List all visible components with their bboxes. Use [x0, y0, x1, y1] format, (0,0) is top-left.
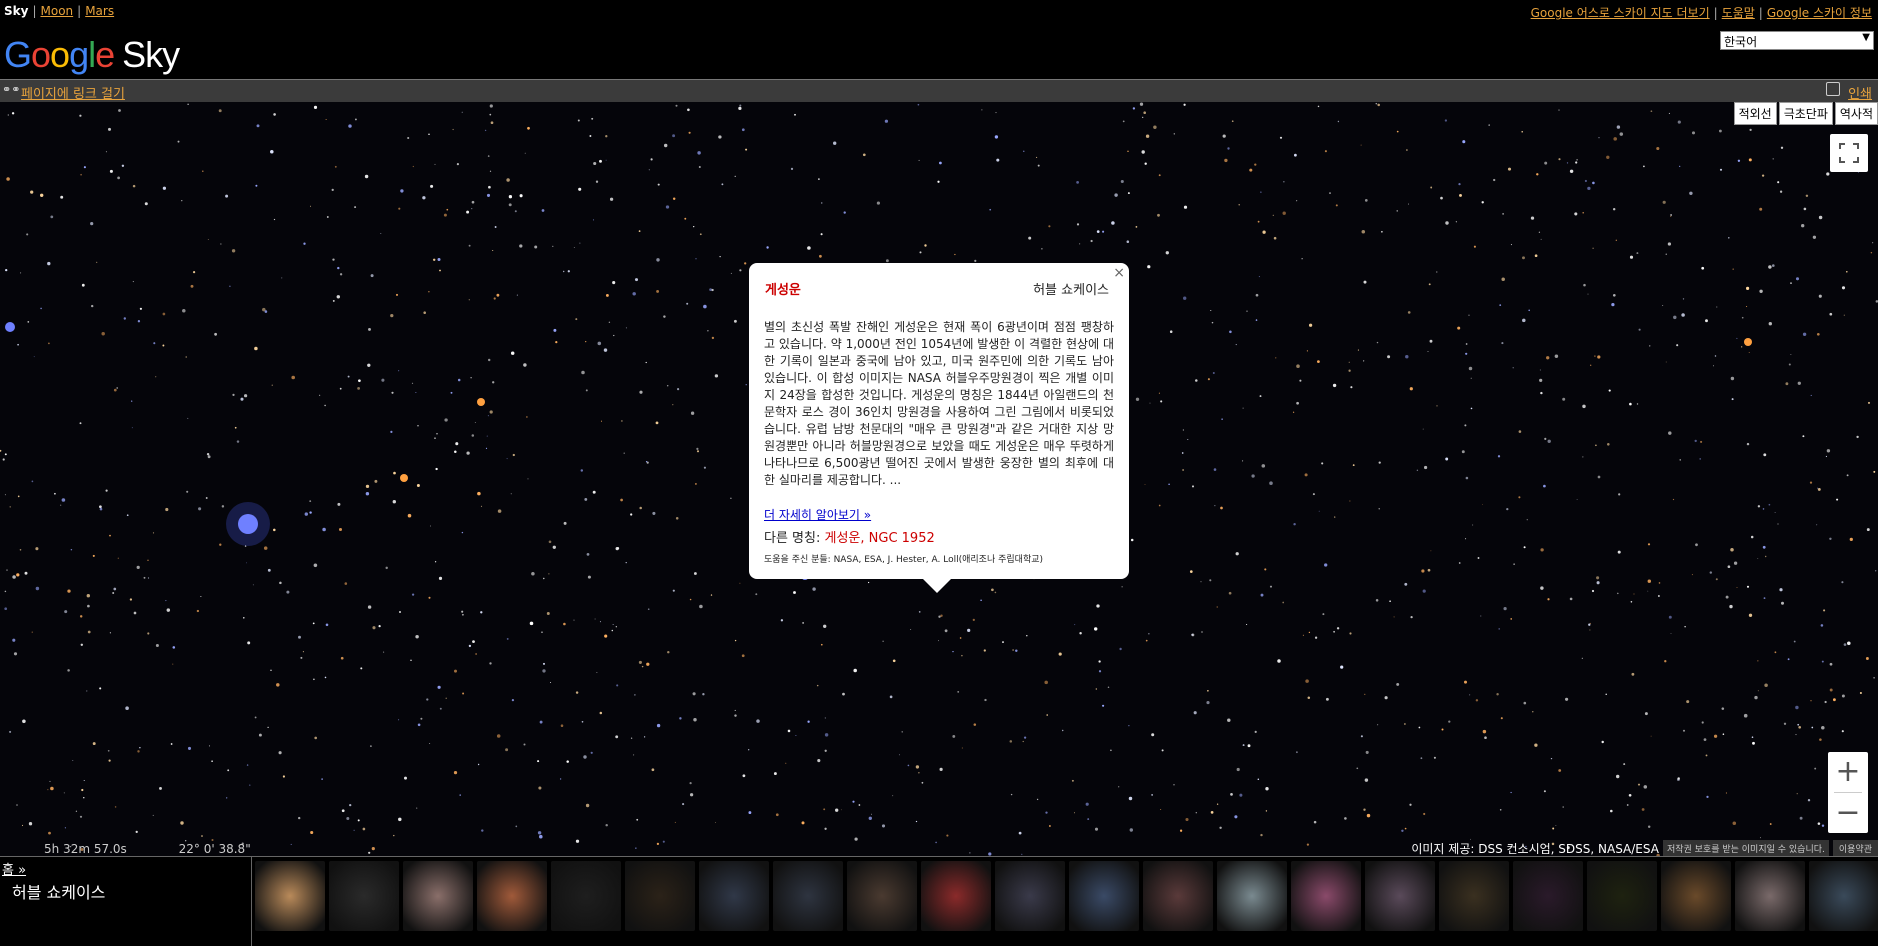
collection-strip: 홈 » 허블 쇼케이스	[0, 856, 1878, 946]
help-link[interactable]: 도움말	[1722, 6, 1755, 20]
nav-link-moon[interactable]: Moon	[41, 4, 74, 18]
thumbnail-image[interactable]	[1365, 861, 1435, 931]
alias-values: 게성운, NGC 1952	[824, 531, 935, 546]
thumbnail-image[interactable]	[403, 861, 473, 931]
layer-microwave-button[interactable]: 극초단파	[1778, 102, 1833, 125]
imagery-credit: 이미지 제공: DSS 컨소시엄, SDSS, NASA/ESA	[1411, 842, 1659, 856]
nav-separator: |	[32, 4, 37, 18]
nav-separator: |	[77, 4, 82, 18]
thumbnail-image[interactable]	[1291, 861, 1361, 931]
learn-more-link[interactable]: 더 자세히 알아보기 »	[764, 506, 871, 523]
terms-link[interactable]: 이용약관	[1832, 840, 1878, 856]
strip-divider	[251, 857, 252, 946]
thumbnail-image[interactable]	[995, 861, 1065, 931]
thumbnail-image[interactable]	[921, 861, 991, 931]
about-sky-link[interactable]: Google 스카이 정보	[1767, 6, 1872, 20]
link-bar: ⚭⚭ 페이지에 링크 걸기 인쇄	[0, 79, 1878, 103]
zoom-out-button[interactable]: −	[1828, 793, 1868, 833]
nav-separator: |	[1713, 6, 1718, 20]
popup-credit: 도움을 주신 분들: NASA, ESA, J. Hester, A. Loll…	[764, 555, 1044, 565]
thumbnail-image[interactable]	[699, 861, 769, 931]
thumbnail-image[interactable]	[1217, 861, 1287, 931]
thumbnail-image[interactable]	[551, 861, 621, 931]
right-ascension: 5h 32m 57.0s	[44, 842, 127, 856]
print-link[interactable]: 인쇄	[1848, 83, 1872, 102]
fullscreen-icon	[1838, 142, 1860, 164]
popup-description: 별의 초신성 폭발 잔해인 게성운은 현재 폭이 6광년이며 점점 팽창하고 있…	[764, 320, 1114, 487]
thumbnail-image[interactable]	[329, 861, 399, 931]
thumbnail-image[interactable]	[847, 861, 917, 931]
info-popup: × 게성운 허블 쇼케이스 별의 초신성 폭발 잔해인 게성운은 현재 폭이 6…	[749, 263, 1129, 593]
image-credits: 이미지 제공: DSS 컨소시엄, SDSS, NASA/ESA 저작권 보호를…	[1411, 840, 1878, 856]
language-select[interactable]: 한국어 ▼	[1720, 31, 1874, 50]
zoom-control: + −	[1828, 752, 1868, 833]
home-link[interactable]: 홈 »	[2, 859, 26, 878]
printer-icon[interactable]	[1826, 82, 1840, 96]
language-value: 한국어	[1724, 35, 1758, 49]
chevron-down-icon: ▼	[1862, 32, 1870, 43]
thumbnail-image[interactable]	[1587, 861, 1657, 931]
thumbnail-image[interactable]	[625, 861, 695, 931]
nav-link-mars[interactable]: Mars	[85, 4, 114, 18]
sky-map[interactable]: 적외선 극초단파 역사적 + − 5h 32m 57.0s 22° 0' 38.…	[0, 102, 1878, 856]
earth-sky-link[interactable]: Google 어스로 스카이 지도 더보기	[1531, 6, 1710, 20]
zoom-in-button[interactable]: +	[1828, 752, 1868, 792]
nav-sky-current: Sky	[4, 4, 29, 18]
thumbnail-image[interactable]	[1809, 861, 1878, 931]
google-sky-logo[interactable]: Google Sky	[4, 34, 180, 76]
thumbnail-list	[255, 861, 1878, 931]
thumbnail-image[interactable]	[1735, 861, 1805, 931]
link-to-page[interactable]: 페이지에 링크 걸기	[21, 83, 125, 102]
logo-product: Sky	[122, 34, 180, 75]
copyright-notice: 저작권 보호를 받는 이미지일 수 있습니다.	[1662, 840, 1829, 856]
coordinate-readout: 5h 32m 57.0s 22° 0' 38.8"	[44, 842, 299, 856]
popup-collection: 허블 쇼케이스	[1033, 283, 1109, 298]
close-icon[interactable]: ×	[1113, 265, 1125, 281]
alias-label: 다른 명칭:	[764, 531, 821, 546]
thumbnail-image[interactable]	[1069, 861, 1139, 931]
top-nav-bar: Sky | Moon | Mars Google 어스로 스카이 지도 더보기 | 도움말 |…	[0, 0, 1878, 24]
layer-infrared-button[interactable]: 적외선	[1733, 102, 1777, 125]
thumbnail-image[interactable]	[1439, 861, 1509, 931]
popup-title: 게성운	[765, 283, 801, 298]
collection-title: 허블 쇼케이스	[12, 883, 106, 902]
declination: 22° 0' 38.8"	[178, 842, 251, 856]
thumbnail-image[interactable]	[1143, 861, 1213, 931]
layer-buttons: 적외선 극초단파 역사적	[1732, 102, 1878, 125]
thumbnail-image[interactable]	[255, 861, 325, 931]
thumbnail-image[interactable]	[773, 861, 843, 931]
fullscreen-button[interactable]	[1830, 134, 1868, 172]
thumbnail-image[interactable]	[477, 861, 547, 931]
thumbnail-image[interactable]	[1513, 861, 1583, 931]
popup-alias: 다른 명칭: 게성운, NGC 1952	[764, 527, 935, 546]
chain-link-icon: ⚭⚭	[2, 83, 21, 96]
thumbnail-image[interactable]	[1661, 861, 1731, 931]
layer-historical-button[interactable]: 역사적	[1834, 102, 1878, 125]
nav-separator: |	[1758, 6, 1763, 20]
